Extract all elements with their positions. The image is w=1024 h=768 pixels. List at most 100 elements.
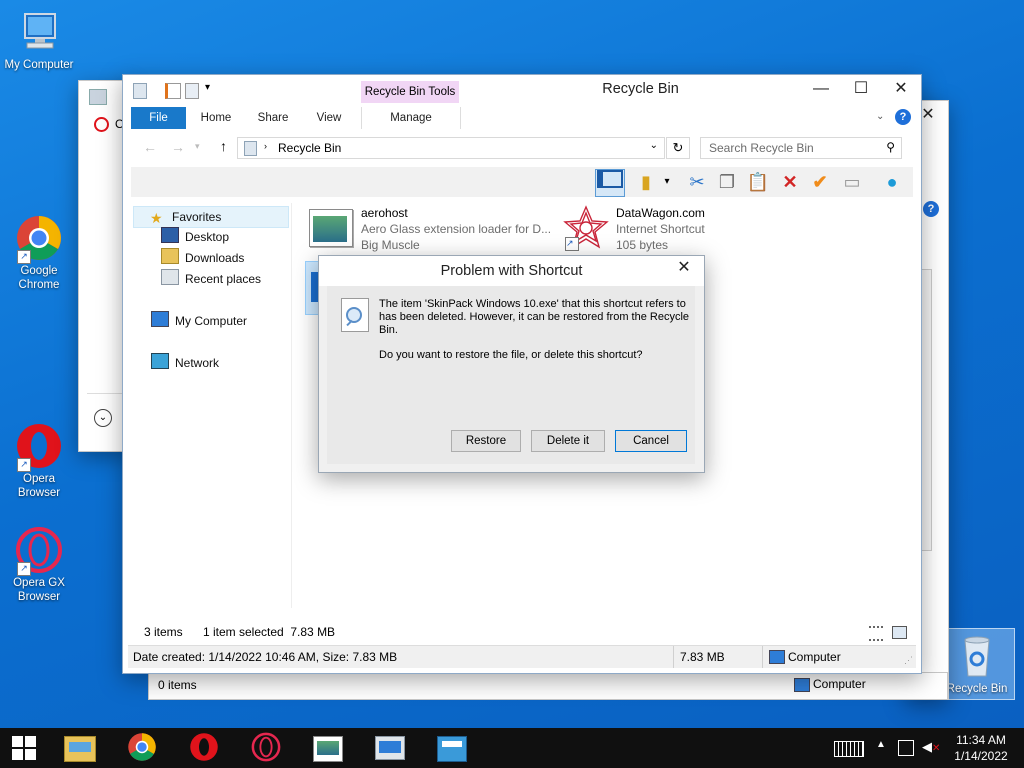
refresh-button[interactable]: ↻ bbox=[666, 137, 690, 159]
paste-icon[interactable]: 📋 bbox=[745, 169, 771, 195]
file-size: 105 bytes bbox=[616, 238, 669, 252]
background-status-computer: Computer bbox=[813, 677, 866, 691]
tab-view[interactable]: View bbox=[309, 107, 349, 129]
dialog-title: Problem with Shortcut bbox=[440, 263, 583, 279]
globe-icon[interactable]: ● bbox=[879, 169, 905, 195]
chevron-down-circle-icon[interactable]: ⌄ bbox=[94, 409, 112, 427]
title-bar[interactable]: ▾ Recycle Bin Tools Recycle Bin — ☐ ✕ bbox=[123, 75, 921, 103]
clock-date: 1/14/2022 bbox=[954, 749, 1008, 763]
maximize-button[interactable]: ☐ bbox=[841, 75, 881, 103]
desktop-icon-label: Google Chrome bbox=[18, 265, 60, 291]
folder-options-icon[interactable]: ▮ bbox=[633, 169, 659, 195]
delete-icon[interactable]: ✕ bbox=[777, 169, 803, 195]
file-item-datawagon[interactable]: ↗ DataWagon.com Internet Shortcut 105 by… bbox=[561, 205, 761, 255]
details-view-icon[interactable] bbox=[869, 626, 883, 641]
windows-logo-icon bbox=[12, 736, 36, 760]
restore-button[interactable]: Restore bbox=[451, 430, 521, 452]
nav-item-recent-places[interactable]: Recent places bbox=[161, 269, 261, 289]
window-title: Recycle Bin bbox=[602, 81, 679, 97]
details-divider bbox=[762, 646, 763, 668]
rename-icon[interactable]: ▭ bbox=[839, 169, 865, 195]
taskbar-control-panel-icon[interactable] bbox=[432, 732, 472, 764]
ribbon-expand-icon[interactable]: ⌄ bbox=[876, 111, 884, 122]
delete-it-button[interactable]: Delete it bbox=[531, 430, 605, 452]
back-arrow-icon[interactable]: ← bbox=[143, 139, 157, 155]
desktop-icon-label: Opera Browser bbox=[17, 473, 61, 499]
chevron-up-icon[interactable]: ▲ bbox=[876, 739, 886, 750]
file-name: aerohost bbox=[361, 206, 408, 220]
breadcrumb[interactable]: Recycle Bin bbox=[278, 141, 341, 155]
exe-file-icon bbox=[309, 209, 353, 247]
status-bar: 3 items 1 item selected 7.83 MB bbox=[123, 623, 921, 641]
details-divider bbox=[673, 646, 674, 668]
background-status-items: 0 items bbox=[158, 678, 197, 692]
nav-item-favorites[interactable]: ★ Favorites bbox=[133, 206, 289, 228]
problem-with-shortcut-dialog[interactable]: Problem with Shortcut ✕ The item 'SkinPa… bbox=[318, 255, 705, 473]
volume-muted-icon[interactable]: ◀✕ bbox=[922, 739, 940, 755]
chevron-down-icon[interactable]: ▾ bbox=[661, 169, 673, 195]
search-box[interactable]: Search Recycle Bin ⚲ bbox=[700, 137, 902, 159]
minimize-button[interactable]: — bbox=[801, 75, 841, 103]
address-row: ← → ▾ ↑ › Recycle Bin ⌄ ↻ Search Recycle… bbox=[123, 135, 921, 161]
network-status-icon[interactable] bbox=[898, 740, 914, 756]
cut-icon[interactable]: ✂ bbox=[684, 169, 710, 195]
nav-item-network[interactable]: Network bbox=[151, 353, 219, 373]
resize-grip-icon[interactable]: ⋰ bbox=[904, 655, 913, 666]
details-info: Date created: 1/14/2022 10:46 AM, Size: … bbox=[133, 650, 398, 664]
new-folder-icon[interactable] bbox=[185, 83, 199, 99]
dialog-close-button[interactable]: ✕ bbox=[664, 256, 704, 282]
taskbar-app-icon[interactable] bbox=[308, 732, 348, 764]
forward-arrow-icon[interactable]: → bbox=[171, 139, 185, 155]
search-document-icon bbox=[341, 298, 369, 332]
chevron-down-icon[interactable]: ▾ bbox=[195, 141, 200, 152]
desktop-icon-opera[interactable]: ↗ Opera Browser bbox=[1, 422, 77, 500]
shortcut-arrow-icon: ↗ bbox=[565, 237, 579, 251]
properties-icon[interactable] bbox=[165, 83, 181, 99]
up-arrow-icon[interactable]: ↑ bbox=[220, 138, 227, 154]
nav-item-my-computer[interactable]: My Computer bbox=[151, 311, 247, 331]
cancel-button[interactable]: Cancel bbox=[615, 430, 687, 452]
check-icon[interactable]: ✔ bbox=[807, 169, 833, 195]
help-icon[interactable]: ? bbox=[923, 201, 939, 217]
recycle-bin-small-icon bbox=[133, 83, 147, 99]
tab-share[interactable]: Share bbox=[251, 107, 295, 129]
dialog-title-bar[interactable]: Problem with Shortcut ✕ bbox=[319, 256, 704, 286]
large-icons-view-icon[interactable] bbox=[892, 626, 907, 639]
shortcut-arrow-icon: ↗ bbox=[17, 562, 31, 576]
start-button[interactable] bbox=[4, 732, 44, 764]
taskbar-opera-icon[interactable] bbox=[184, 732, 224, 764]
search-input[interactable]: Search Recycle Bin bbox=[709, 141, 814, 155]
chevron-down-icon[interactable]: ⌄ bbox=[650, 140, 658, 151]
star-icon: ★ bbox=[150, 210, 163, 226]
taskbar-chrome-icon[interactable] bbox=[122, 732, 162, 764]
tab-file[interactable]: File bbox=[131, 107, 186, 129]
details-bar: Date created: 1/14/2022 10:46 AM, Size: … bbox=[128, 645, 916, 668]
taskbar-file-explorer-icon[interactable] bbox=[60, 732, 100, 764]
clock[interactable]: 11:34 AM 1/14/2022 bbox=[946, 732, 1016, 764]
desktop-icon-my-computer[interactable]: My Computer bbox=[1, 8, 77, 72]
search-icon[interactable]: ⚲ bbox=[886, 140, 895, 154]
shortcut-arrow-icon: ↗ bbox=[17, 458, 31, 472]
desktop-icon-opera-gx[interactable]: ↗ Opera GX Browser bbox=[1, 526, 77, 604]
shortcut-arrow-icon: ↗ bbox=[17, 250, 31, 264]
taskbar-performance-monitor-icon[interactable] bbox=[370, 732, 410, 764]
dialog-question: Do you want to restore the file, or dele… bbox=[379, 349, 643, 361]
copy-icon[interactable]: ❐ bbox=[714, 169, 740, 195]
dialog-buttons: Restore Delete it Cancel bbox=[451, 430, 691, 452]
taskbar: ▲ ◀✕ 11:34 AM 1/14/2022 bbox=[0, 728, 1024, 768]
desktop-icon-recycle-bin[interactable]: Recycle Bin bbox=[939, 628, 1015, 700]
preview-pane-icon[interactable] bbox=[595, 169, 625, 197]
touch-keyboard-icon[interactable] bbox=[834, 741, 864, 757]
nav-item-desktop[interactable]: Desktop bbox=[161, 227, 229, 247]
tab-manage[interactable]: Manage bbox=[361, 107, 461, 129]
file-item-aerohost[interactable]: aerohost Aero Glass extension loader for… bbox=[307, 205, 557, 255]
chevron-down-icon[interactable]: ▾ bbox=[205, 82, 210, 93]
nav-item-downloads[interactable]: Downloads bbox=[161, 248, 244, 268]
help-icon[interactable]: ? bbox=[895, 109, 911, 125]
tab-home[interactable]: Home bbox=[195, 107, 237, 129]
pane-divider bbox=[291, 203, 292, 608]
close-button[interactable]: ✕ bbox=[881, 75, 921, 103]
desktop-icon-google-chrome[interactable]: ↗ Google Chrome bbox=[1, 214, 77, 292]
address-bar[interactable]: › Recycle Bin ⌄ bbox=[237, 137, 665, 159]
taskbar-opera-gx-icon[interactable] bbox=[246, 732, 286, 764]
